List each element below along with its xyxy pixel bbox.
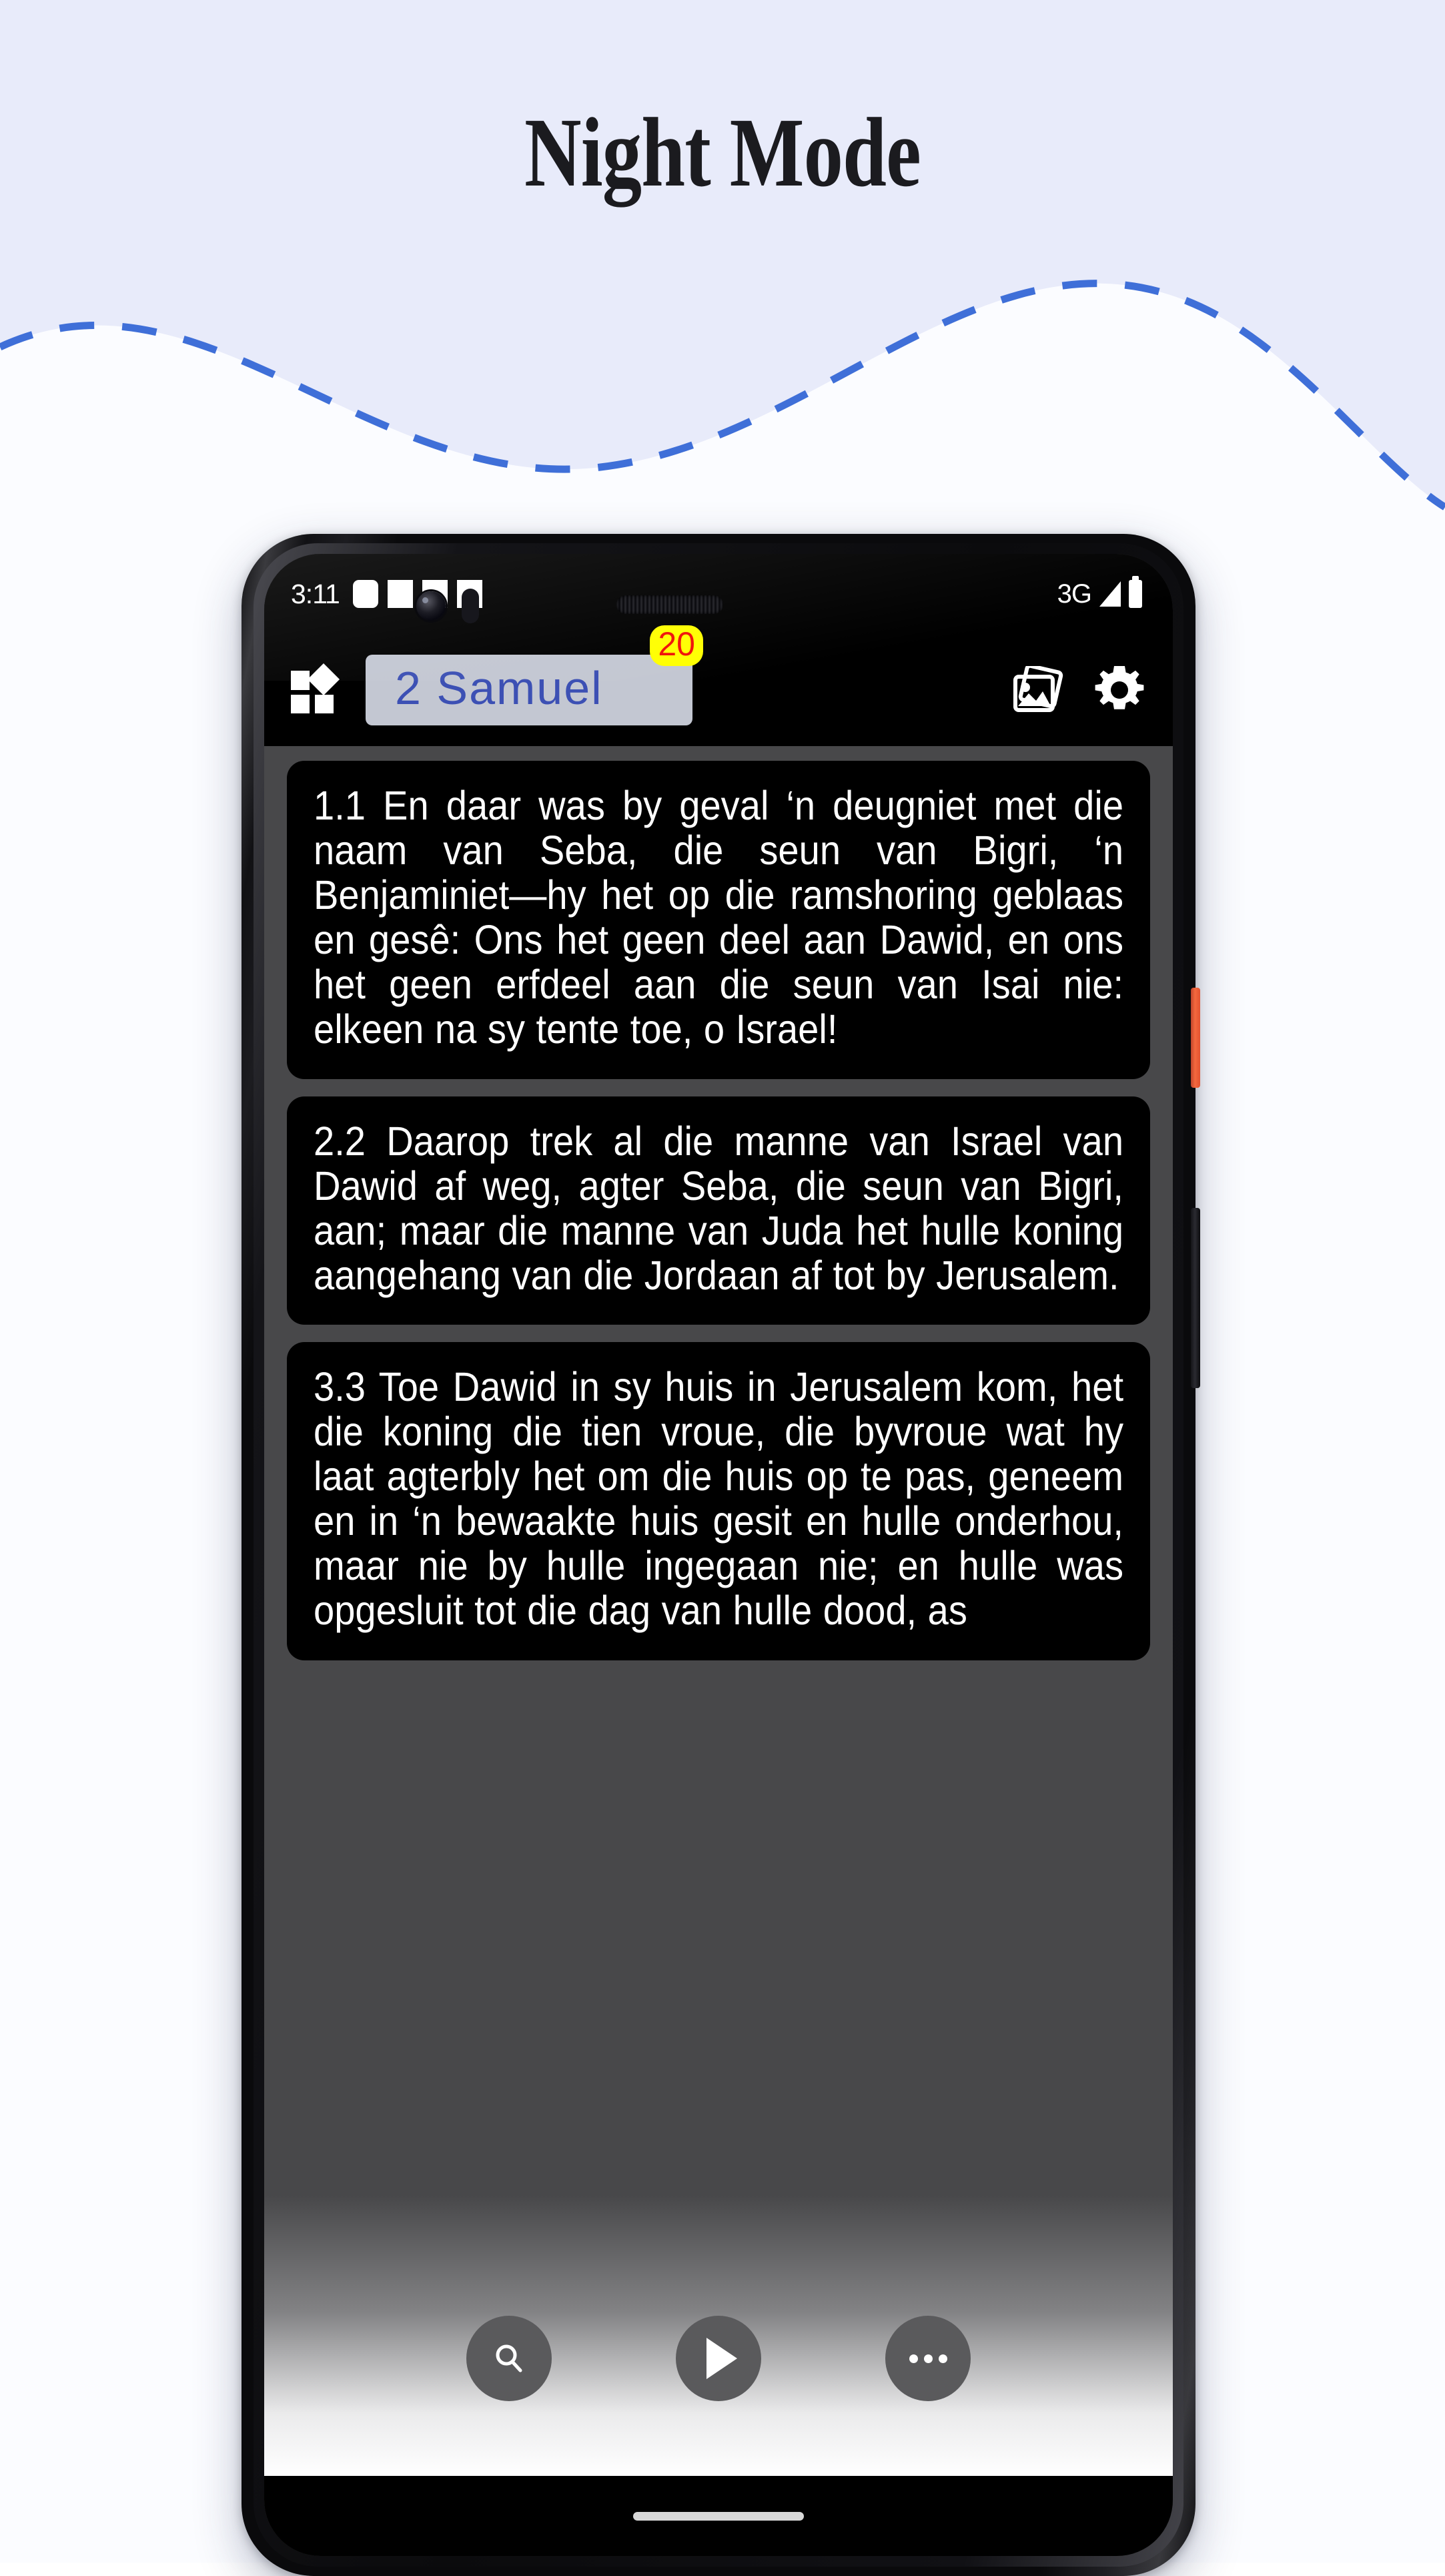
proximity-sensor-icon	[462, 589, 479, 623]
network-type-label: 3G	[1057, 579, 1092, 609]
verse-text: 3.3 Toe Dawid in sy huis in Jerusalem ko…	[314, 1363, 1124, 1634]
notification-block-icon	[387, 580, 413, 608]
search-icon	[496, 2344, 522, 2372]
status-right-cluster: 3G	[1057, 576, 1142, 609]
more-horizontal-icon	[909, 2354, 947, 2363]
page-title: Night Mode	[524, 98, 921, 208]
earpiece-speaker-icon	[616, 595, 723, 614]
home-indicator[interactable]	[633, 2511, 804, 2521]
front-camera-icon	[416, 591, 446, 621]
gear-icon[interactable]	[1094, 665, 1145, 715]
chapter-count-label: 20	[658, 625, 695, 663]
verse-text: 1.1 En daar was by geval ‘n deugniet met…	[314, 783, 1124, 1052]
battery-full-icon	[1129, 576, 1142, 608]
images-stack-icon[interactable]	[1013, 666, 1065, 714]
chapter-count-badge: 20	[650, 625, 703, 666]
app-bar-actions	[1013, 665, 1145, 715]
verse-card[interactable]: 1.1 En daar was by geval ‘n deugniet met…	[287, 761, 1150, 1079]
volume-rocker-button[interactable]	[1191, 1208, 1200, 1388]
play-icon	[706, 2338, 737, 2379]
notification-block-icon	[352, 580, 378, 608]
status-time: 3:11	[291, 578, 340, 609]
book-title-label: 2 Samuel	[395, 662, 603, 715]
grid-dashboard-icon[interactable]	[291, 663, 340, 713]
system-navigation-bar	[264, 2476, 1173, 2556]
status-bar: 3:11 3G	[264, 554, 1173, 634]
verse-card[interactable]: 3.3 Toe Dawid in sy huis in Jerusalem ko…	[287, 1341, 1150, 1660]
floating-action-buttons	[264, 2316, 1173, 2401]
verse-list[interactable]: 1.1 En daar was by geval ‘n deugniet met…	[264, 746, 1173, 2476]
book-title-group: 2 Samuel 20	[366, 625, 703, 725]
verse-card[interactable]: 2.2 Daarop trek al die manne van Israel …	[287, 1096, 1150, 1325]
search-fab[interactable]	[466, 2316, 552, 2401]
book-title-chip[interactable]: 2 Samuel	[366, 655, 692, 725]
phone-mockup: 3:11 3G 2 Samuel 20 1.1 En daar was by g…	[242, 534, 1200, 2576]
more-fab[interactable]	[885, 2316, 971, 2401]
phone-screen: 3:11 3G 2 Samuel 20 1.1 En daar was by g…	[264, 554, 1173, 2556]
verse-text: 2.2 Daarop trek al die manne van Israel …	[314, 1118, 1124, 1298]
signal-triangle-icon	[1099, 581, 1121, 607]
app-bar: 2 Samuel 20	[264, 625, 1173, 746]
power-button[interactable]	[1191, 988, 1200, 1088]
play-fab[interactable]	[676, 2316, 761, 2401]
app-root: 3:11 3G 2 Samuel 20 1.1 En daar was by g…	[264, 554, 1173, 2556]
